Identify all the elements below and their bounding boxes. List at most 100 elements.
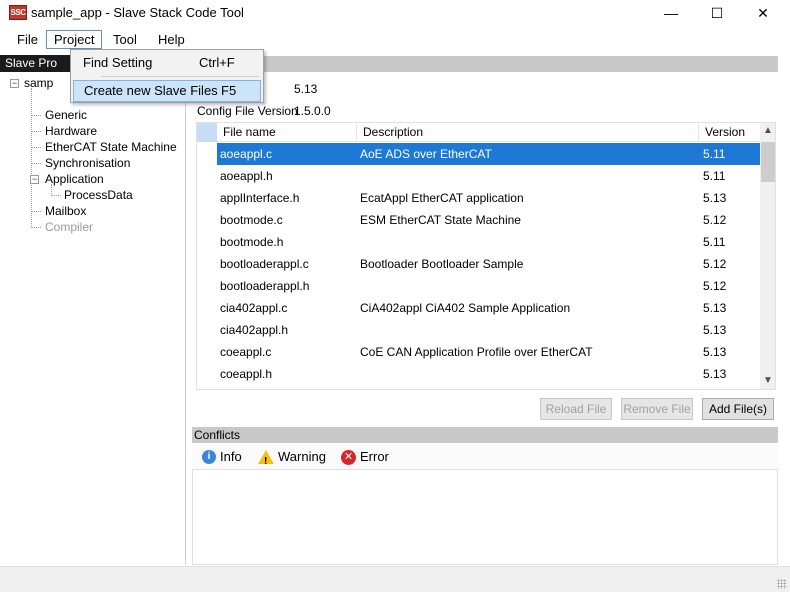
tree-item-synchronisation[interactable]: Synchronisation xyxy=(45,156,130,170)
cell-file-name: cia402appl.h xyxy=(220,323,289,337)
table-row[interactable]: applInterface.h EcatAppl EtherCAT applic… xyxy=(217,187,760,209)
column-header-version[interactable]: Version xyxy=(699,123,760,142)
tree-item-application[interactable]: Application xyxy=(45,172,104,186)
tree-item-hardware[interactable]: Hardware xyxy=(45,124,97,138)
error-filter-button[interactable]: ✕ Error xyxy=(341,447,389,467)
tree-guide xyxy=(31,163,41,164)
table-row[interactable]: cia402appl.c CiA402appl CiA402 Sample Ap… xyxy=(217,297,760,319)
cell-description: CoE CAN Application Profile over EtherCA… xyxy=(360,345,593,359)
table-vertical-scrollbar[interactable]: ▲ ▼ xyxy=(760,123,775,389)
tree-item-ethercat-state-machine[interactable]: EtherCAT State Machine xyxy=(45,140,177,154)
window-title: sample_app - Slave Stack Code Tool xyxy=(31,5,244,20)
tree-guide xyxy=(31,147,41,148)
tree-guide xyxy=(31,227,41,228)
cell-version: 5.13 xyxy=(703,367,727,381)
menu-item-label: Create new Slave Files xyxy=(84,83,218,98)
menu-item-find-setting[interactable]: Find Setting Ctrl+F xyxy=(73,52,261,74)
add-files-button[interactable]: Add File(s) xyxy=(702,398,774,420)
cell-file-name: coeappl.h xyxy=(220,367,273,381)
cell-description xyxy=(360,319,695,341)
cell-description xyxy=(360,275,695,297)
remove-file-button[interactable]: Remove File xyxy=(621,398,693,420)
cell-file-name: bootmode.c xyxy=(220,213,283,227)
warning-filter-button[interactable]: ! Warning xyxy=(258,447,326,467)
cell-file-name: bootloaderappl.h xyxy=(220,279,310,293)
table-row[interactable]: bootmode.c ESM EtherCAT State Machine 5.… xyxy=(217,209,760,231)
app-icon: SSC xyxy=(9,5,27,20)
warning-filter-label: Warning xyxy=(278,449,326,464)
cell-version: 5.13 xyxy=(703,345,727,359)
cell-file-name: aoeappl.h xyxy=(220,169,273,183)
cell-file-name: bootmode.h xyxy=(220,235,284,249)
cell-description: EcatAppl EtherCAT application xyxy=(360,191,524,205)
cell-file-name: bootloaderappl.c xyxy=(220,257,309,271)
right-panel-header xyxy=(192,56,778,72)
minimize-button[interactable]: — xyxy=(648,0,694,26)
cell-description: ESM EtherCAT State Machine xyxy=(360,213,521,227)
tree-expander-root[interactable]: − xyxy=(10,79,19,88)
tree-expander-application[interactable]: − xyxy=(30,175,39,184)
tree-item-root[interactable]: samp xyxy=(24,76,53,90)
scrollbar-thumb[interactable] xyxy=(761,142,775,182)
cell-version: 5.13 xyxy=(703,301,727,315)
table-row[interactable]: aoeappl.c AoE ADS over EtherCAT 5.11 xyxy=(217,143,760,165)
warning-icon: ! xyxy=(258,450,274,467)
menu-file[interactable]: File xyxy=(10,30,45,49)
config-version-value: 1.5.0.0 xyxy=(294,104,331,118)
cell-description: Bootloader Bootloader Sample xyxy=(360,257,524,271)
cell-version: 5.12 xyxy=(703,257,727,271)
tree-guide xyxy=(31,115,41,116)
info-filter-label: Info xyxy=(220,449,242,464)
conflicts-list xyxy=(192,469,778,565)
table-row[interactable]: cia402appl.h 5.13 xyxy=(217,319,760,341)
tree-guide xyxy=(31,131,41,132)
menu-bar: File Project Tool Help xyxy=(0,28,790,50)
tree-guide xyxy=(31,211,41,212)
slave-project-panel: Slave Pro − samp Generic Hardware EtherC… xyxy=(0,55,186,565)
menu-tool[interactable]: Tool xyxy=(106,30,144,49)
row-header-corner xyxy=(197,123,217,142)
cell-file-name: coeappl.c xyxy=(220,345,272,359)
tree-guide xyxy=(31,88,32,228)
table-row[interactable]: bootloaderappl.c Bootloader Bootloader S… xyxy=(217,253,760,275)
status-bar xyxy=(0,566,790,592)
resize-grip-icon[interactable] xyxy=(777,579,787,589)
cell-description xyxy=(360,165,695,187)
tree-item-compiler[interactable]: Compiler xyxy=(45,220,93,234)
file-table: File name Description Version aoeappl.c … xyxy=(196,122,776,390)
menu-item-create-new-slave-files[interactable]: Create new Slave Files F5 xyxy=(73,80,261,102)
error-filter-label: Error xyxy=(360,449,389,464)
table-row[interactable]: bootmode.h 5.11 xyxy=(217,231,760,253)
project-dropdown-menu: Find Setting Ctrl+F Create new Slave Fil… xyxy=(70,49,264,103)
column-header-file-name[interactable]: File name xyxy=(217,123,357,142)
maximize-button[interactable]: ☐ xyxy=(694,0,740,26)
table-row[interactable]: aoeappl.h 5.11 xyxy=(217,165,760,187)
cell-version: 5.11 xyxy=(703,147,726,161)
tree-item-mailbox[interactable]: Mailbox xyxy=(45,204,86,218)
cell-description xyxy=(360,363,695,385)
tree-item-processdata[interactable]: ProcessData xyxy=(64,188,133,202)
cell-description: CiA402appl CiA402 Sample Application xyxy=(360,301,571,315)
close-button[interactable]: ✕ xyxy=(740,0,786,26)
table-header: File name Description Version xyxy=(197,123,760,142)
scroll-down-icon[interactable]: ▼ xyxy=(760,373,775,389)
tree-item-generic[interactable]: Generic xyxy=(45,108,87,122)
menu-item-shortcut: Ctrl+F xyxy=(199,55,235,70)
table-row[interactable]: coeappl.c CoE CAN Application Profile ov… xyxy=(217,341,760,363)
menu-project[interactable]: Project xyxy=(46,30,103,49)
cell-version: 5.13 xyxy=(703,323,727,337)
info-icon: i xyxy=(202,450,216,464)
cell-description: AoE ADS over EtherCAT xyxy=(360,147,492,161)
table-row[interactable]: coeappl.h 5.13 xyxy=(217,363,760,385)
cell-version: 5.11 xyxy=(703,235,726,249)
column-header-description[interactable]: Description xyxy=(357,123,699,142)
cell-file-name: aoeappl.c xyxy=(220,147,273,161)
scroll-up-icon[interactable]: ▲ xyxy=(760,123,775,139)
info-filter-button[interactable]: i Info xyxy=(202,447,242,467)
conflicts-header: Conflicts xyxy=(192,427,778,443)
table-row[interactable]: bootloaderappl.h 5.12 xyxy=(217,275,760,297)
cell-description xyxy=(360,231,695,253)
menu-help[interactable]: Help xyxy=(151,30,192,49)
reload-file-button[interactable]: Reload File xyxy=(540,398,612,420)
error-icon: ✕ xyxy=(341,449,356,465)
